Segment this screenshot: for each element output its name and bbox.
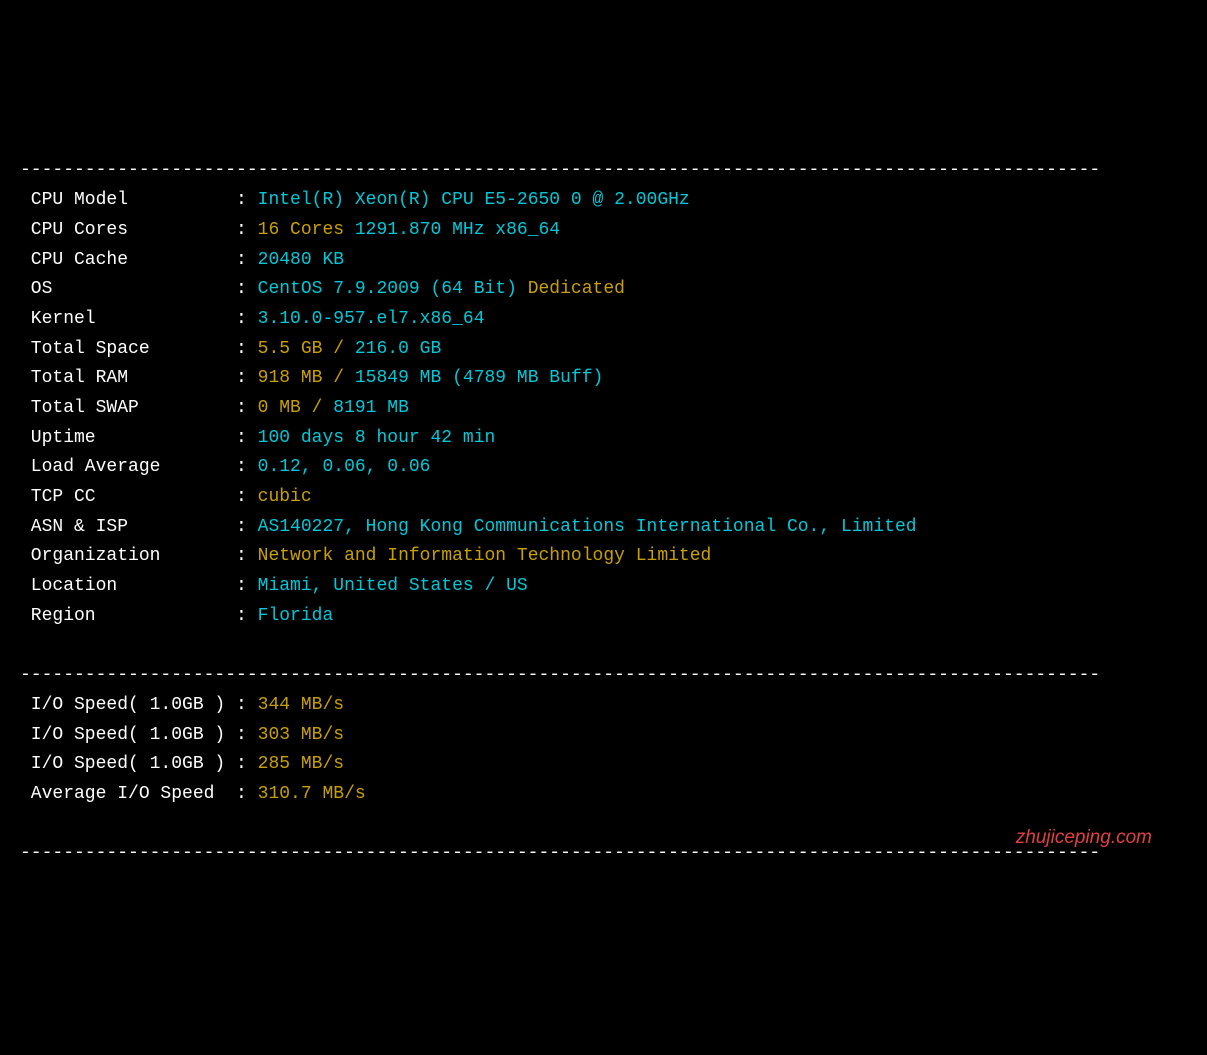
row-value: 3.10.0-957.el7.x86_64 — [258, 309, 485, 329]
colon-separator: : — [236, 279, 258, 299]
row-label: Organization — [20, 542, 236, 572]
row-value: 1291.870 MHz x86_64 — [355, 220, 560, 240]
row-value: 5.5 GB / — [258, 339, 355, 359]
row-label: I/O Speed( 1.0GB ) — [20, 691, 236, 721]
colon-separator: : — [236, 784, 258, 804]
row-label: Total RAM — [20, 364, 236, 394]
row-value: 16 Cores — [258, 220, 355, 240]
info-row: CPU Model : Intel(R) Xeon(R) CPU E5-2650… — [20, 186, 1187, 216]
row-value: AS140227, Hong Kong Communications Inter… — [258, 517, 917, 537]
row-label: CPU Cores — [20, 216, 236, 246]
colon-separator: : — [236, 546, 258, 566]
row-value: 100 days 8 hour 42 min — [258, 428, 496, 448]
divider-mid: ----------------------------------------… — [20, 665, 1100, 685]
info-row: Load Average : 0.12, 0.06, 0.06 — [20, 453, 1187, 483]
info-row: Average I/O Speed : 310.7 MB/s — [20, 780, 1187, 810]
info-row: I/O Speed( 1.0GB ) : 285 MB/s — [20, 750, 1187, 780]
colon-separator: : — [236, 398, 258, 418]
row-label: Load Average — [20, 453, 236, 483]
row-value: cubic — [258, 487, 312, 507]
row-value: Intel(R) Xeon(R) CPU E5-2650 0 @ 2.00GHz — [258, 190, 690, 210]
row-value: 0.12, 0.06, 0.06 — [258, 457, 431, 477]
divider-top: ----------------------------------------… — [20, 160, 1100, 180]
info-row: ASN & ISP : AS140227, Hong Kong Communic… — [20, 513, 1187, 543]
colon-separator: : — [236, 250, 258, 270]
row-value: 918 MB / — [258, 368, 355, 388]
info-row: Region : Florida — [20, 602, 1187, 632]
colon-separator: : — [236, 754, 258, 774]
row-label: I/O Speed( 1.0GB ) — [20, 750, 236, 780]
colon-separator: : — [236, 576, 258, 596]
info-row: TCP CC : cubic — [20, 483, 1187, 513]
row-value: Dedicated — [528, 279, 625, 299]
colon-separator: : — [236, 725, 258, 745]
row-label: TCP CC — [20, 483, 236, 513]
colon-separator: : — [236, 428, 258, 448]
system-info-block: CPU Model : Intel(R) Xeon(R) CPU E5-2650… — [20, 186, 1187, 631]
row-label: Total Space — [20, 335, 236, 365]
info-row: Total SWAP : 0 MB / 8191 MB — [20, 394, 1187, 424]
row-value: CentOS 7.9.2009 (64 Bit) — [258, 279, 528, 299]
row-value: 285 MB/s — [258, 754, 344, 774]
row-label: OS — [20, 275, 236, 305]
info-row: OS : CentOS 7.9.2009 (64 Bit) Dedicated — [20, 275, 1187, 305]
row-label: Region — [20, 602, 236, 632]
watermark-text: zhujiceping.com — [1016, 822, 1152, 853]
colon-separator: : — [236, 695, 258, 715]
row-label: I/O Speed( 1.0GB ) — [20, 721, 236, 751]
row-value: 20480 KB — [258, 250, 344, 270]
info-row: CPU Cache : 20480 KB — [20, 246, 1187, 276]
row-value: 303 MB/s — [258, 725, 344, 745]
colon-separator: : — [236, 220, 258, 240]
row-value: 216.0 GB — [355, 339, 441, 359]
row-value: 344 MB/s — [258, 695, 344, 715]
io-speed-block: I/O Speed( 1.0GB ) : 344 MB/s I/O Speed(… — [20, 691, 1187, 810]
row-value: 15849 MB — [355, 368, 452, 388]
info-row: Organization : Network and Information T… — [20, 542, 1187, 572]
row-label: CPU Cache — [20, 246, 236, 276]
row-label: Kernel — [20, 305, 236, 335]
row-label: Uptime — [20, 424, 236, 454]
info-row: I/O Speed( 1.0GB ) : 344 MB/s — [20, 691, 1187, 721]
row-value: Network and Information Technology Limit… — [258, 546, 712, 566]
info-row: Kernel : 3.10.0-957.el7.x86_64 — [20, 305, 1187, 335]
row-label: Total SWAP — [20, 394, 236, 424]
colon-separator: : — [236, 487, 258, 507]
info-row: I/O Speed( 1.0GB ) : 303 MB/s — [20, 721, 1187, 751]
info-row: Location : Miami, United States / US — [20, 572, 1187, 602]
row-value: 8191 MB — [333, 398, 409, 418]
colon-separator: : — [236, 339, 258, 359]
colon-separator: : — [236, 190, 258, 210]
divider-bottom: ----------------------------------------… — [20, 843, 1100, 863]
colon-separator: : — [236, 309, 258, 329]
colon-separator: : — [236, 517, 258, 537]
info-row: Uptime : 100 days 8 hour 42 min — [20, 424, 1187, 454]
row-value: (4789 MB Buff) — [452, 368, 603, 388]
row-label: CPU Model — [20, 186, 236, 216]
colon-separator: : — [236, 368, 258, 388]
row-value: Miami, United States / US — [258, 576, 528, 596]
info-row: Total Space : 5.5 GB / 216.0 GB — [20, 335, 1187, 365]
row-label: ASN & ISP — [20, 513, 236, 543]
row-value: 0 MB / — [258, 398, 334, 418]
info-row: Total RAM : 918 MB / 15849 MB (4789 MB B… — [20, 364, 1187, 394]
info-row: CPU Cores : 16 Cores 1291.870 MHz x86_64 — [20, 216, 1187, 246]
colon-separator: : — [236, 457, 258, 477]
row-value: 310.7 MB/s — [258, 784, 366, 804]
row-label: Location — [20, 572, 236, 602]
terminal-output: ----------------------------------------… — [20, 127, 1187, 899]
row-label: Average I/O Speed — [20, 780, 236, 810]
